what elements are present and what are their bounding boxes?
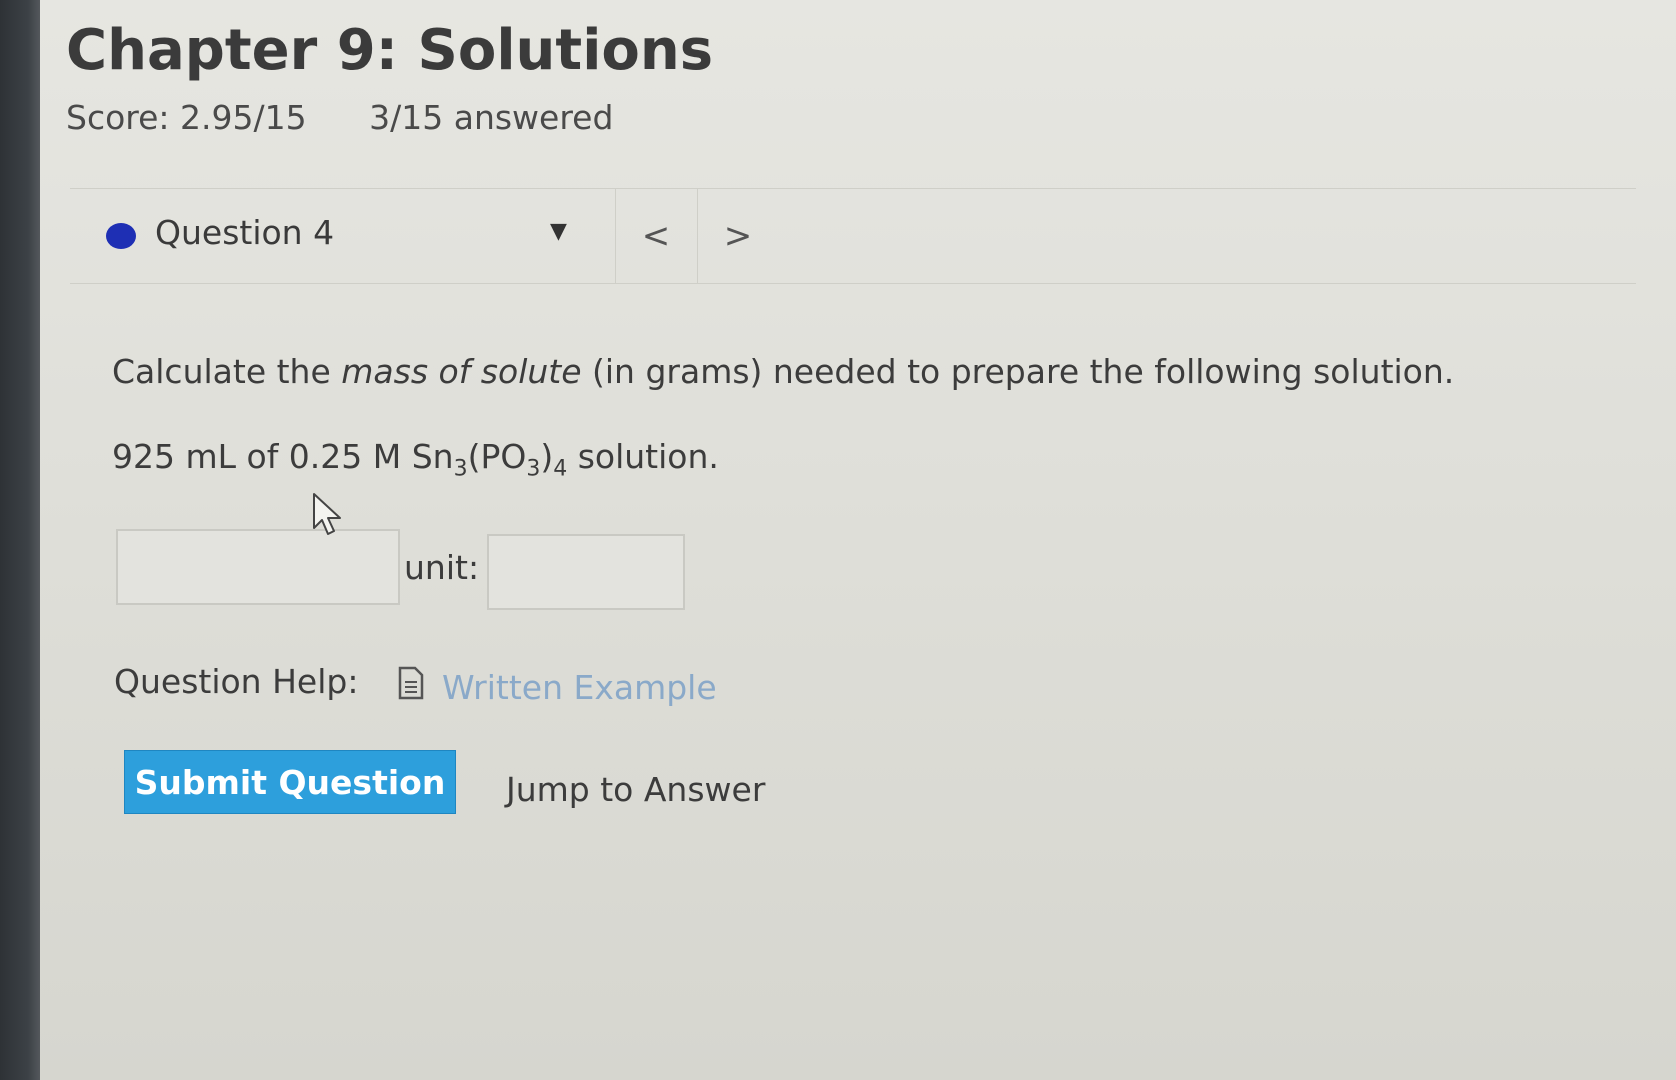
question-intro: Calculate the bbox=[112, 352, 342, 391]
monitor-bezel bbox=[0, 0, 40, 1080]
question-label: Question 4 bbox=[155, 213, 335, 252]
solution-description: 925 mL of 0.25 M Sn3(PO3)4 solution. bbox=[112, 437, 719, 482]
subscript-3: 4 bbox=[553, 456, 568, 482]
question-emphasis: mass of solute bbox=[341, 352, 582, 391]
page-title: Chapter 9: Solutions bbox=[66, 18, 714, 83]
subscript-2: 3 bbox=[526, 456, 541, 482]
answer-input[interactable] bbox=[116, 529, 400, 605]
caret-down-icon: ▼ bbox=[550, 219, 567, 244]
solution-prefix: 925 mL of 0.25 M Sn bbox=[112, 437, 454, 476]
question-text: Calculate the mass of solute (in grams) … bbox=[112, 352, 1454, 391]
question-help-label: Question Help: bbox=[114, 662, 359, 701]
previous-question-button[interactable]: < bbox=[615, 189, 698, 283]
unit-input[interactable] bbox=[487, 534, 685, 610]
answered-count: 3/15 answered bbox=[369, 98, 614, 137]
document-icon bbox=[398, 666, 424, 700]
unit-label: unit: bbox=[404, 548, 480, 587]
written-example-link[interactable]: Written Example bbox=[442, 668, 717, 707]
subscript-1: 3 bbox=[453, 456, 468, 482]
next-question-button[interactable]: > bbox=[697, 189, 779, 283]
status-dot-icon bbox=[106, 223, 136, 249]
submit-question-button[interactable]: Submit Question bbox=[124, 750, 456, 814]
question-rest: (in grams) needed to prepare the followi… bbox=[581, 352, 1455, 391]
jump-to-answer-link[interactable]: Jump to Answer bbox=[506, 770, 765, 809]
solution-suffix: solution. bbox=[567, 437, 719, 476]
mouse-pointer-icon bbox=[313, 493, 341, 535]
score-line: Score: 2.95/15 3/15 answered bbox=[66, 98, 613, 137]
score-text: Score: 2.95/15 bbox=[66, 98, 307, 137]
question-select[interactable]: Question 4 ▼ bbox=[70, 189, 616, 283]
solution-mid-2: ) bbox=[540, 437, 554, 476]
solution-mid-1: (PO bbox=[467, 437, 527, 476]
question-navigation: Question 4 ▼ < > bbox=[70, 188, 1636, 284]
